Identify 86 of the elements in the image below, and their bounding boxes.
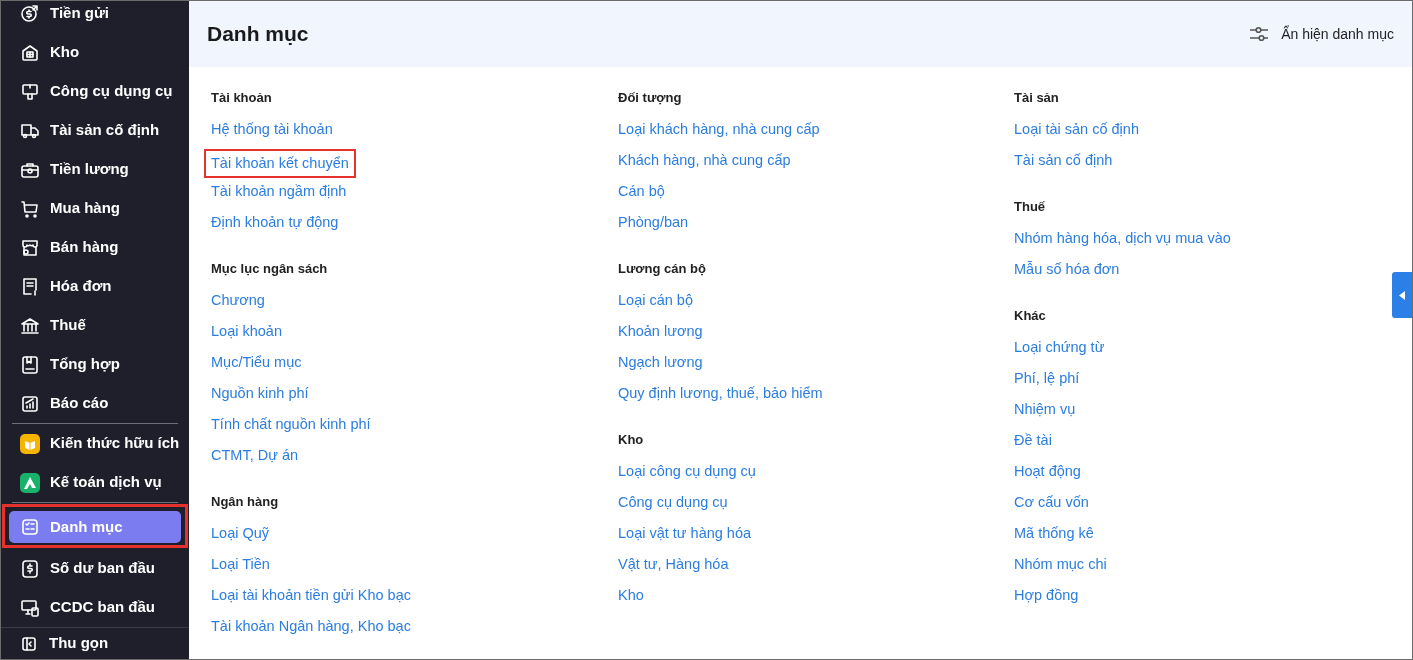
category-link[interactable]: Tính chất nguồn kinh phí bbox=[211, 413, 371, 444]
show-hide-categories-button[interactable]: Ẩn hiện danh mục bbox=[1249, 23, 1394, 45]
category-link[interactable]: Hoạt động bbox=[1014, 460, 1081, 491]
category-link[interactable]: Đề tài bbox=[1014, 429, 1052, 460]
group-heading: Kho bbox=[618, 431, 644, 449]
sidebar-collapse-icon bbox=[21, 635, 37, 652]
sidebar-item[interactable]: Tiền gửi bbox=[9, 1, 181, 30]
category-link[interactable]: Mục/Tiểu mục bbox=[211, 351, 302, 382]
category-link[interactable]: Loại Quỹ bbox=[211, 522, 270, 553]
sidebar-item[interactable]: Tổng hợp bbox=[9, 348, 181, 381]
category-link[interactable]: Nhiệm vụ bbox=[1014, 398, 1076, 429]
sidebar-item[interactable]: Kế toán dịch vụ bbox=[9, 466, 181, 499]
category-link[interactable]: Loại cán bộ bbox=[618, 289, 693, 320]
category-link[interactable]: Nguồn kinh phí bbox=[211, 382, 309, 413]
category-link[interactable]: Mã thống kê bbox=[1014, 522, 1094, 553]
chart-icon bbox=[20, 393, 40, 414]
group-heading: Khác bbox=[1014, 307, 1046, 325]
sliders-icon bbox=[1249, 26, 1270, 42]
category-link[interactable]: Hệ thống tài khoản bbox=[211, 118, 333, 149]
category-link[interactable]: Loại Tiền bbox=[211, 553, 270, 584]
sidebar-item[interactable]: Kiến thức hữu ích bbox=[9, 427, 181, 460]
category-link[interactable]: Nhóm mục chi bbox=[1014, 553, 1107, 584]
sidebar-item[interactable]: Mua hàng bbox=[9, 192, 181, 225]
category-link[interactable]: Khoản lương bbox=[618, 320, 703, 351]
sidebar-item[interactable]: Hóa đơn bbox=[9, 270, 181, 303]
sidebar-item[interactable]: Kho bbox=[9, 36, 181, 69]
category-link[interactable]: Cơ cấu vốn bbox=[1014, 491, 1089, 522]
sidebar-item[interactable]: Công cụ dụng cụ bbox=[9, 75, 181, 108]
sidebar-item[interactable]: Thuế bbox=[9, 309, 181, 342]
category-link[interactable]: Loại vật tư hàng hóa bbox=[618, 522, 752, 553]
sidebar-item[interactable]: Tài sản cố định bbox=[9, 114, 181, 147]
group-heading: Tài sản bbox=[1014, 89, 1059, 107]
category-link[interactable]: Cán bộ bbox=[618, 180, 665, 211]
dollar-card-icon bbox=[20, 558, 40, 579]
category-link[interactable]: Tài khoản Ngân hàng, Kho bạc bbox=[211, 615, 411, 646]
warehouse-icon bbox=[20, 42, 40, 63]
page-title: Danh mục bbox=[207, 21, 309, 48]
receipt-icon bbox=[20, 276, 40, 297]
cart-icon bbox=[20, 198, 40, 219]
category-link[interactable]: Loại khoản bbox=[211, 320, 282, 351]
checklist-icon bbox=[20, 517, 40, 537]
notebook-icon bbox=[20, 354, 40, 375]
sidebar-item[interactable]: Tiền lương bbox=[9, 153, 181, 186]
sidebar-item[interactable]: Danh mục bbox=[9, 511, 181, 543]
category-link[interactable]: Chương bbox=[211, 289, 265, 320]
category-link[interactable]: Loại công cụ dụng cụ bbox=[618, 460, 756, 491]
group-heading: Tài khoản bbox=[211, 89, 272, 107]
group-heading: Đối tượng bbox=[618, 89, 682, 107]
devices-icon bbox=[20, 597, 40, 618]
category-link[interactable]: Nhóm hàng hóa, dịch vụ mua vào bbox=[1014, 227, 1231, 258]
category-link[interactable]: Loại tài khoản tiền gửi Kho bạc bbox=[211, 584, 411, 615]
tool-icon bbox=[20, 81, 40, 102]
caret-left-icon bbox=[1399, 290, 1405, 300]
category-link[interactable]: Quy định lương, thuế, bảo hiểm bbox=[618, 382, 823, 413]
category-link[interactable]: Mẫu số hóa đơn bbox=[1014, 258, 1120, 289]
category-link[interactable]: Phí, lệ phí bbox=[1014, 367, 1080, 398]
category-link[interactable]: Tài sản cố định bbox=[1014, 149, 1113, 180]
category-link[interactable]: Loại khách hàng, nhà cung cấp bbox=[618, 118, 820, 149]
collapse-button[interactable]: Thu gọn bbox=[1, 627, 189, 659]
category-link[interactable]: Công cụ dụng cụ bbox=[618, 491, 728, 522]
triangle-app-icon bbox=[20, 472, 40, 493]
sidebar-item[interactable]: CCDC ban đầu bbox=[9, 591, 181, 624]
group-heading: Thuế bbox=[1014, 198, 1046, 216]
category-link[interactable]: Khách hàng, nhà cung cấp bbox=[618, 149, 791, 180]
store-icon bbox=[20, 237, 40, 258]
sidebar-item[interactable]: Số dư ban đầu bbox=[9, 552, 181, 585]
category-link[interactable]: Vật tư, Hàng hóa bbox=[618, 553, 729, 584]
sidebar-item[interactable]: Bán hàng bbox=[9, 231, 181, 264]
category-link[interactable]: Định khoản tự động bbox=[211, 211, 339, 242]
category-link[interactable]: Phòng/ban bbox=[618, 211, 689, 242]
category-link[interactable]: Hợp đồng bbox=[1014, 584, 1079, 615]
book-app-icon bbox=[20, 433, 40, 454]
group-heading: Ngân hàng bbox=[211, 493, 279, 511]
sidebar-item[interactable]: Báo cáo bbox=[9, 387, 181, 420]
category-link[interactable]: Tài khoản kết chuyển bbox=[204, 149, 356, 178]
category-link[interactable]: Ngạch lương bbox=[618, 351, 703, 382]
category-link[interactable]: Tài khoản ngầm định bbox=[211, 180, 347, 211]
category-link[interactable]: Loại chứng từ bbox=[1014, 336, 1105, 367]
collapse-panel-tab[interactable] bbox=[1392, 272, 1412, 318]
category-link[interactable]: Loại tài sản cố định bbox=[1014, 118, 1139, 149]
group-heading: Mục lục ngân sách bbox=[211, 260, 328, 278]
category-link[interactable]: CTMT, Dự án bbox=[211, 444, 299, 475]
dollar-circle-icon bbox=[20, 3, 40, 24]
bank-icon bbox=[20, 315, 40, 336]
group-heading: Lương cán bộ bbox=[618, 260, 706, 278]
category-link[interactable]: Kho bbox=[618, 584, 644, 615]
